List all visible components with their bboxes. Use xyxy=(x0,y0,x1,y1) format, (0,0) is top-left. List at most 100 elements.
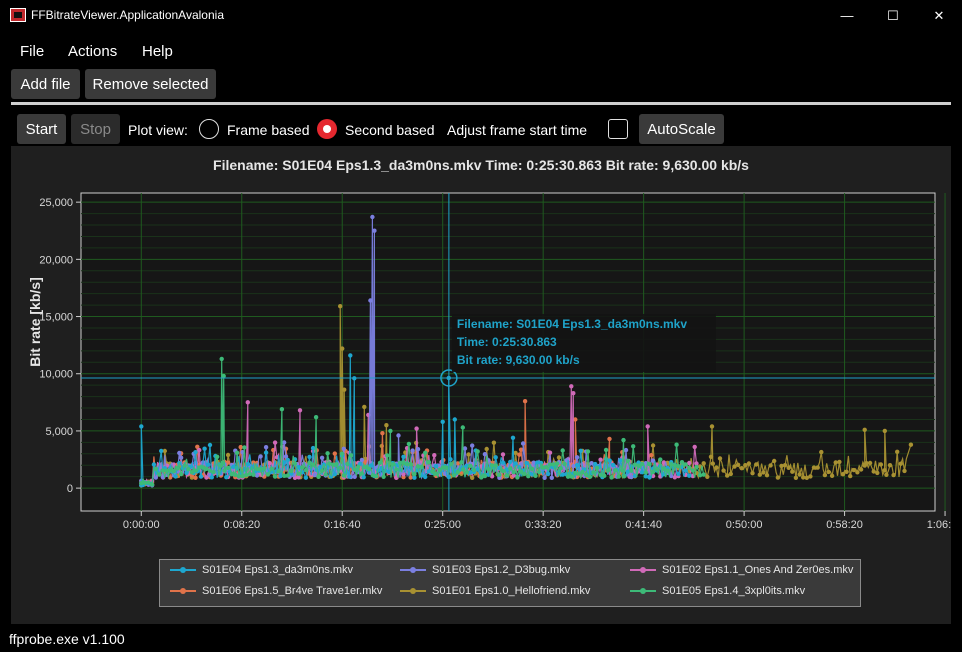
data-point xyxy=(701,472,706,477)
data-point xyxy=(285,473,290,478)
data-point xyxy=(491,440,497,445)
data-point xyxy=(451,473,457,478)
data-point xyxy=(855,470,860,475)
data-point xyxy=(153,466,158,471)
x-tick-label: 0:00:00 xyxy=(123,519,160,531)
data-point xyxy=(790,469,795,474)
data-point xyxy=(433,471,439,476)
x-tick-label: 0:33:20 xyxy=(525,519,562,531)
data-point xyxy=(692,444,697,450)
data-point xyxy=(658,457,663,462)
data-point xyxy=(297,408,303,413)
y-tick-label: 5,000 xyxy=(45,426,73,438)
data-point xyxy=(580,469,585,475)
data-point xyxy=(359,471,365,476)
menu-actions[interactable]: Actions xyxy=(68,43,117,60)
data-point xyxy=(193,475,198,480)
bitrate-chart[interactable]: 0:00:00 0:08:20 0:16:40 0:25:00 0:33:20 0:41:… xyxy=(11,146,951,546)
data-point xyxy=(500,460,506,465)
data-point xyxy=(380,431,385,436)
data-point xyxy=(605,468,611,473)
adjust-frame-start-time-checkbox[interactable] xyxy=(608,119,628,139)
data-point xyxy=(654,466,659,472)
data-point xyxy=(464,470,469,475)
minimize-button[interactable]: — xyxy=(824,0,870,31)
data-point xyxy=(591,470,596,475)
frame-based-radio[interactable] xyxy=(199,119,219,139)
data-point xyxy=(500,452,506,457)
data-point xyxy=(837,459,842,465)
data-point xyxy=(887,463,893,468)
title-bar: FFBitrateViewer.ApplicationAvalonia — ☐ … xyxy=(0,0,962,31)
second-based-radio[interactable] xyxy=(317,119,337,139)
data-point xyxy=(764,473,770,478)
data-point xyxy=(815,465,820,470)
legend-swatch xyxy=(170,586,196,596)
x-tick-label: 0:41:40 xyxy=(625,519,662,531)
data-point xyxy=(186,467,191,472)
data-point xyxy=(149,482,155,487)
data-point xyxy=(574,463,580,468)
data-point xyxy=(366,466,372,472)
frame-based-label[interactable]: Frame based xyxy=(227,122,309,138)
second-based-label[interactable]: Second based xyxy=(345,122,435,138)
data-point xyxy=(242,445,247,450)
data-point xyxy=(858,467,864,472)
x-tick-label: 0:16:40 xyxy=(324,519,361,531)
tooltip-filename: Filename: S01E04 Eps1.3_da3m0ns.mkv xyxy=(457,317,687,331)
data-point xyxy=(423,450,428,455)
plot-view-label: Plot view: xyxy=(128,122,188,138)
start-button[interactable]: Start xyxy=(17,114,66,144)
remove-selected-button[interactable]: Remove selected xyxy=(85,69,216,99)
data-point xyxy=(882,468,887,473)
data-point xyxy=(272,474,278,479)
bitrate-plot-panel[interactable]: Filename: S01E04 Eps1.3_da3m0ns.mkv Time… xyxy=(11,146,951,624)
chart-legend: S01E04 Eps1.3_da3m0ns.mkv S01E03 Eps1.2_D… xyxy=(159,559,861,607)
data-point xyxy=(265,472,271,477)
data-point xyxy=(388,428,393,434)
legend-label: S01E03 Eps1.2_D3bug.mkv xyxy=(432,564,571,576)
data-point xyxy=(556,455,562,460)
data-point xyxy=(822,472,828,478)
adjust-frame-start-time-label[interactable]: Adjust frame start time xyxy=(447,122,587,138)
y-tick-label: 25,000 xyxy=(39,197,73,209)
data-point xyxy=(468,463,473,468)
data-point xyxy=(728,471,733,477)
data-point xyxy=(471,467,477,473)
legend-swatch xyxy=(400,565,426,575)
data-point xyxy=(643,470,648,475)
autoscale-button[interactable]: AutoScale xyxy=(639,114,724,144)
data-point xyxy=(285,457,290,463)
file-list-divider[interactable] xyxy=(11,102,951,105)
status-bar xyxy=(0,624,962,652)
app-icon xyxy=(10,8,26,22)
menu-help[interactable]: Help xyxy=(142,43,173,60)
maximize-button[interactable]: ☐ xyxy=(870,0,916,31)
data-point xyxy=(607,436,612,442)
data-point xyxy=(215,454,220,459)
data-point xyxy=(625,458,630,463)
legend-label: S01E01 Eps1.0_Hellofriend.mkv xyxy=(432,585,591,597)
data-point xyxy=(571,391,576,396)
data-point xyxy=(325,451,330,456)
stop-button[interactable]: Stop xyxy=(71,114,120,144)
close-button[interactable]: ✕ xyxy=(916,0,962,31)
x-tick-label: 0:58:20 xyxy=(826,519,863,531)
data-point xyxy=(536,469,542,475)
data-point xyxy=(193,450,198,455)
data-point xyxy=(159,448,164,454)
data-point xyxy=(303,475,309,480)
data-point xyxy=(245,400,250,405)
data-point xyxy=(430,469,435,474)
legend-item: S01E01 Eps1.0_Hellofriend.mkv xyxy=(400,585,590,597)
data-point xyxy=(432,453,437,458)
data-point xyxy=(511,470,516,475)
data-point xyxy=(819,449,824,455)
menu-file[interactable]: File xyxy=(20,43,44,60)
data-point xyxy=(368,298,373,303)
data-point xyxy=(517,452,522,457)
add-file-button[interactable]: Add file xyxy=(11,69,80,99)
data-point xyxy=(620,468,625,473)
data-point xyxy=(178,471,184,477)
data-point xyxy=(258,467,263,472)
